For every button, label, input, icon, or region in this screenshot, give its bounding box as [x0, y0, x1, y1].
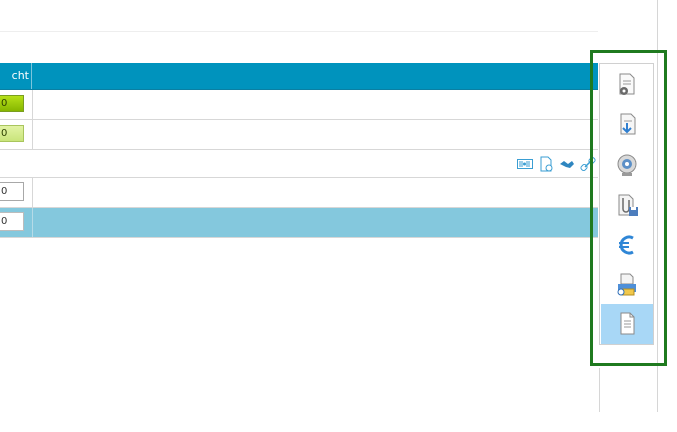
row-actions	[517, 155, 596, 173]
document-euro-icon[interactable]	[538, 156, 554, 172]
toolbar-highlight-outline	[590, 50, 667, 366]
table-row[interactable]: 0	[0, 120, 598, 150]
quantity-input[interactable]: 0	[0, 182, 24, 201]
barcode-icon[interactable]	[517, 156, 533, 172]
table-actions-row	[0, 150, 598, 178]
table-row-selected[interactable]: 0	[0, 208, 598, 238]
status-pill[interactable]: 0	[0, 125, 24, 142]
handshake-icon[interactable]	[559, 156, 575, 172]
status-pill[interactable]: 0	[0, 95, 24, 112]
quantity-input[interactable]: 0	[0, 212, 24, 231]
panel-divider	[599, 368, 600, 412]
column-header[interactable]: cht	[0, 63, 32, 89]
table-row[interactable]: 0	[0, 90, 598, 120]
content-divider	[0, 31, 598, 32]
table-row[interactable]: 0	[0, 178, 598, 208]
table-header: cht	[0, 63, 598, 90]
